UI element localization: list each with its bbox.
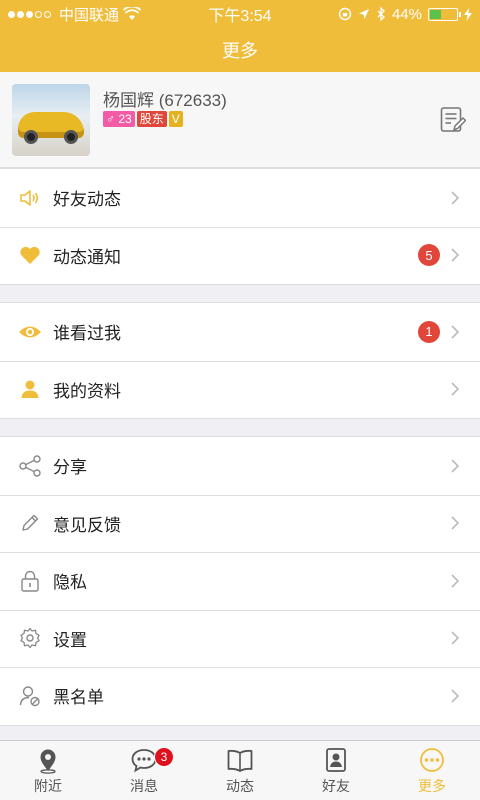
tab-label: 动态 bbox=[226, 777, 254, 794]
menu-item-visitors[interactable]: 谁看过我 1 bbox=[0, 303, 480, 361]
tab-bar: 附近 3 消息 动态 好友 更多 bbox=[0, 740, 480, 800]
menu-group-me: 谁看过我 1 我的资料 bbox=[0, 302, 480, 419]
charging-icon bbox=[464, 7, 472, 21]
tab-more[interactable]: 更多 bbox=[384, 741, 480, 800]
friends-icon bbox=[326, 747, 346, 772]
pencil-icon bbox=[18, 511, 42, 535]
menu-item-blacklist[interactable]: 黑名单 bbox=[0, 667, 480, 725]
gear-icon bbox=[18, 626, 42, 650]
visitor-count-badge: 1 bbox=[418, 320, 440, 343]
battery-percent: 44% bbox=[391, 5, 422, 23]
nav-bar: 更多 bbox=[0, 28, 480, 72]
menu-item-label: 设置 bbox=[53, 630, 87, 650]
chevron-right-icon bbox=[451, 574, 460, 588]
rotation-lock-icon bbox=[338, 7, 352, 21]
menu-item-feed-notifications[interactable]: 动态通知 5 bbox=[0, 226, 480, 285]
menu-item-label: 我的资料 bbox=[53, 381, 121, 401]
battery-icon bbox=[428, 7, 461, 21]
tab-label: 更多 bbox=[418, 777, 446, 794]
person-icon bbox=[18, 377, 42, 401]
speaker-icon bbox=[18, 186, 42, 210]
vip-badge: V bbox=[168, 111, 183, 127]
tab-label: 消息 bbox=[130, 777, 158, 794]
tab-messages[interactable]: 3 消息 bbox=[96, 741, 192, 800]
chevron-right-icon bbox=[451, 631, 460, 645]
menu-item-label: 黑名单 bbox=[53, 688, 104, 708]
profile-name: 杨国辉 (672633) bbox=[103, 91, 227, 110]
menu-item-label: 分享 bbox=[53, 458, 87, 478]
profile-card[interactable]: 杨国辉 (672633) ♂ 23 股东 V bbox=[0, 72, 480, 168]
menu-item-label: 意见反馈 bbox=[53, 515, 121, 535]
location-arrow-icon bbox=[358, 9, 369, 19]
chevron-right-icon bbox=[451, 382, 460, 396]
eye-icon bbox=[18, 320, 42, 344]
edit-profile-icon[interactable] bbox=[440, 106, 466, 134]
menu-item-settings[interactable]: 设置 bbox=[0, 609, 480, 668]
status-bar: 中国联通 下午3:54 44% bbox=[0, 0, 480, 28]
profile-badges: ♂ 23 股东 V bbox=[103, 111, 183, 127]
tab-nearby[interactable]: 附近 bbox=[0, 741, 96, 800]
book-icon bbox=[227, 749, 253, 772]
wifi-icon bbox=[123, 7, 142, 20]
menu-group-settings: 分享 意见反馈 隐私 设置 黑名单 bbox=[0, 436, 480, 726]
menu-item-feedback[interactable]: 意见反馈 bbox=[0, 494, 480, 553]
bluetooth-icon bbox=[377, 7, 385, 21]
tab-friends[interactable]: 好友 bbox=[288, 741, 384, 800]
menu-group-social: 好友动态 动态通知 5 bbox=[0, 168, 480, 285]
gender-age-badge: ♂ 23 bbox=[103, 111, 135, 127]
carrier-label: 中国联通 bbox=[59, 6, 120, 24]
menu-item-label: 隐私 bbox=[53, 573, 87, 593]
menu-item-label: 谁看过我 bbox=[53, 324, 121, 344]
chevron-right-icon bbox=[451, 325, 460, 339]
location-pin-icon bbox=[40, 749, 56, 774]
menu-item-privacy[interactable]: 隐私 bbox=[0, 552, 480, 610]
message-count-badge: 3 bbox=[154, 747, 174, 767]
role-badge: 股东 bbox=[136, 111, 167, 127]
menu-item-label: 好友动态 bbox=[53, 190, 121, 210]
chevron-right-icon bbox=[451, 248, 460, 262]
chevron-right-icon bbox=[451, 689, 460, 703]
heart-icon bbox=[18, 243, 42, 267]
tab-label: 好友 bbox=[322, 777, 350, 794]
block-user-icon bbox=[18, 684, 42, 708]
more-icon bbox=[420, 747, 444, 772]
menu-item-share[interactable]: 分享 bbox=[0, 437, 480, 495]
share-icon bbox=[18, 454, 42, 478]
tab-label: 附近 bbox=[34, 777, 62, 794]
menu-item-friend-feed[interactable]: 好友动态 bbox=[0, 169, 480, 227]
chevron-right-icon bbox=[451, 191, 460, 205]
avatar[interactable] bbox=[12, 84, 90, 156]
page-title: 更多 bbox=[222, 41, 258, 61]
signal-icon bbox=[8, 10, 51, 18]
chevron-right-icon bbox=[451, 516, 460, 530]
lock-icon bbox=[18, 569, 42, 593]
notification-count-badge: 5 bbox=[418, 244, 440, 267]
tab-feed[interactable]: 动态 bbox=[192, 741, 288, 800]
menu-item-my-profile[interactable]: 我的资料 bbox=[0, 360, 480, 419]
chevron-right-icon bbox=[451, 459, 460, 473]
menu-item-label: 动态通知 bbox=[53, 247, 121, 267]
